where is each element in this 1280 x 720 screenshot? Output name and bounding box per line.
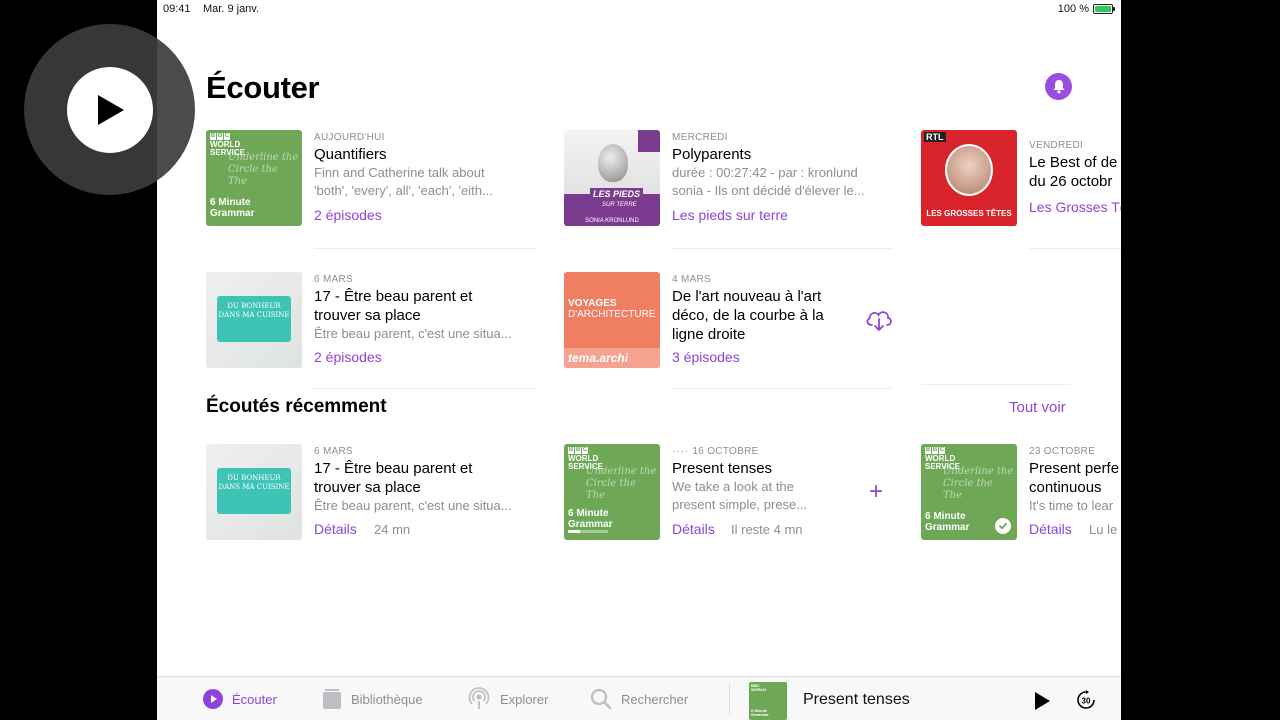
skip-forward-30-icon[interactable]: 30 — [1075, 689, 1097, 716]
episodes-link[interactable]: 3 épisodes — [672, 349, 740, 365]
episode-artwork: VOYAGES D'ARCHITECTURE tema.archi — [564, 272, 660, 368]
status-bar: 09:41 Mar. 9 janv. 100 % — [157, 0, 1121, 18]
playback-progress-bar — [568, 530, 608, 533]
up-next-item[interactable]: B B C WORLD SERVICE Underline the Circle the T… — [206, 130, 536, 228]
episode-description: Finn and Catherine talk about — [314, 165, 485, 180]
details-link[interactable]: Détails — [1029, 521, 1072, 537]
add-to-library-icon[interactable]: + — [869, 480, 883, 504]
tab-bar: Écouter Bibliothèque Explorer Rechercher… — [157, 676, 1121, 720]
library-icon — [323, 689, 341, 709]
played-checkmark-icon — [995, 518, 1011, 534]
episode-title: Present tenses — [672, 460, 773, 477]
details-link[interactable]: Détails — [314, 521, 357, 537]
tab-label: Bibliothèque — [351, 691, 423, 707]
episode-date: 4 MARS — [672, 274, 712, 285]
show-link[interactable]: Les Grosses Tê — [1029, 199, 1121, 215]
section-title-recent: Écoutés récemment — [206, 396, 387, 417]
episode-title: 17 - Être beau parent et — [314, 460, 473, 477]
episodes-link[interactable]: 2 épisodes — [314, 349, 382, 365]
svg-text:30: 30 — [1082, 697, 1091, 706]
episode-artwork: DU BONHEUR DANS MA CUISINE — [206, 272, 302, 368]
episode-artwork: B B C WORLD SERVICE Underline the Circle the T… — [921, 444, 1017, 540]
up-next-item[interactable]: DU BONHEUR DANS MA CUISINE 6 MARS 17 - Ê… — [206, 272, 536, 370]
episode-date: 6 MARS — [314, 274, 354, 285]
episode-title-line2: trouver sa place — [314, 479, 421, 496]
episode-title: Present perfe — [1029, 460, 1120, 477]
tab-explore[interactable]: Explorer — [467, 677, 548, 720]
episode-title-line2: déco, de la courbe à la — [672, 307, 824, 324]
episode-date: ···· 16 OCTOBRE — [672, 446, 759, 457]
episode-artwork: RTL LES GROSSES TÊTES — [921, 130, 1017, 226]
up-next-item[interactable]: RTL LES GROSSES TÊTES VENDREDI Le Best o… — [921, 130, 1121, 228]
up-next-item[interactable]: LES PIEDS SUR TERRE SONIA KRONLUND MERCR… — [564, 130, 894, 228]
episode-date: AUJOURD'HUI — [314, 132, 385, 143]
episode-date: VENDREDI — [1029, 140, 1084, 151]
page-title: Écouter — [206, 70, 320, 105]
tab-search[interactable]: Rechercher — [590, 677, 688, 720]
episode-description: present simple, prese... — [672, 497, 808, 512]
episode-title-line2: du 26 octobr — [1029, 173, 1113, 190]
show-link[interactable]: Les pieds sur terre — [672, 207, 788, 223]
episode-title: Polyparents — [672, 146, 752, 163]
remaining-time: Il reste 4 mn — [731, 522, 803, 537]
play-circle-icon — [203, 689, 223, 709]
status-time: 09:41 — [163, 3, 191, 15]
played-status: Lu le — [1089, 522, 1118, 537]
tab-label: Explorer — [500, 691, 549, 707]
episode-artwork: DU BONHEUR DANS MA CUISINE — [206, 444, 302, 540]
battery-percent: 100 % — [1057, 3, 1089, 15]
episode-description: We take a look at the — [672, 479, 794, 494]
tab-label: Rechercher — [621, 691, 689, 707]
episode-artwork: B B C WORLD SERVICE Underline the Circle the T… — [206, 130, 302, 226]
episode-description: Être beau parent, c'est une situa... — [314, 498, 512, 513]
recent-episode-item[interactable]: B B C WORLD SERVICE Underline the Circle the T… — [564, 444, 854, 542]
podcast-icon — [468, 687, 490, 709]
episode-date: 23 OCTOBRE — [1029, 446, 1096, 457]
episode-description: 'both', 'every', all', 'each', 'eith... — [314, 183, 493, 198]
play-icon[interactable] — [1033, 691, 1051, 716]
notifications-bell-icon[interactable] — [1045, 73, 1072, 100]
tab-listen[interactable]: Écouter — [203, 677, 277, 720]
recent-episode-item[interactable]: B B C WORLD SERVICE Underline the Circle the T… — [921, 444, 1121, 542]
episode-title: Le Best of de — [1029, 154, 1118, 171]
episode-description: It's time to lear — [1029, 498, 1114, 513]
see-all-link[interactable]: Tout voir — [1009, 399, 1066, 416]
podcasts-app-screen: 09:41 Mar. 9 janv. 100 % Écouter B B C WORL… — [157, 0, 1121, 720]
episode-date: MERCREDI — [672, 132, 728, 143]
episode-title-line3: ligne droite — [672, 326, 746, 343]
battery-icon — [1093, 4, 1115, 14]
now-playing-artwork[interactable]: BBC WORLD 6 Minute Grammar — [749, 682, 787, 720]
tab-label: Écouter — [232, 691, 277, 707]
episode-artwork: B B C WORLD SERVICE Underline the Circle the T… — [564, 444, 660, 540]
play-icon — [66, 66, 153, 153]
tab-library[interactable]: Bibliothèque — [322, 677, 423, 720]
episode-date: 6 MARS — [314, 446, 354, 457]
details-link[interactable]: Détails — [672, 521, 715, 537]
search-icon — [590, 688, 612, 710]
now-playing-title[interactable]: Present tenses — [803, 691, 910, 709]
up-next-item[interactable]: VOYAGES D'ARCHITECTURE tema.archi 4 MARS… — [564, 272, 854, 370]
episodes-link[interactable]: 2 épisodes — [314, 207, 382, 223]
status-date: Mar. 9 janv. — [203, 3, 260, 15]
download-cloud-icon[interactable] — [864, 307, 894, 338]
overlay-play-button[interactable] — [24, 24, 195, 195]
episode-description: Être beau parent, c'est une situa... — [314, 326, 512, 341]
episode-description: sonia - Ils ont décidé d'élever le... — [672, 183, 865, 198]
episode-title-line2: trouver sa place — [314, 307, 421, 324]
episode-description: durée : 00:27:42 - par : kronlund — [672, 165, 858, 180]
episode-title: De l'art nouveau à l'art — [672, 288, 822, 305]
episode-title: 17 - Être beau parent et — [314, 288, 473, 305]
episode-artwork: LES PIEDS SUR TERRE SONIA KRONLUND — [564, 130, 660, 226]
recent-episode-item[interactable]: DU BONHEUR DANS MA CUISINE 6 MARS 17 - Ê… — [206, 444, 536, 542]
episode-duration: 24 mn — [374, 522, 411, 537]
episode-title: Quantifiers — [314, 146, 387, 163]
episode-title-line2: continuous — [1029, 479, 1102, 496]
